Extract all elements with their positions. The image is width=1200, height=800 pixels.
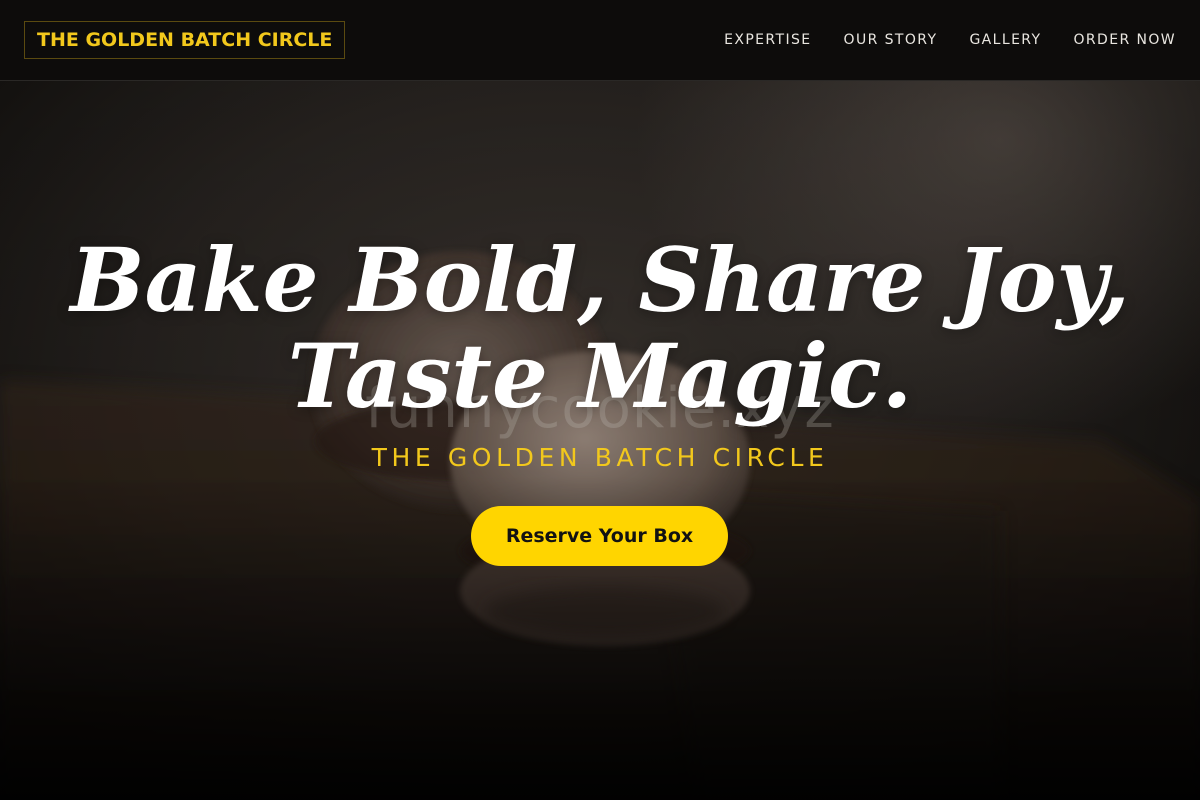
- main-nav: EXPERTISE OUR STORY GALLERY ORDER NOW: [724, 0, 1176, 80]
- nav-link-our-story[interactable]: OUR STORY: [844, 32, 938, 48]
- hero-headline-line-1: Bake Bold, Share Joy,: [70, 228, 1130, 332]
- page: THE GOLDEN BATCH CIRCLE EXPERTISE OUR ST…: [0, 0, 1200, 800]
- hero-headline-line-2: Taste Magic.: [287, 324, 913, 428]
- reserve-box-button[interactable]: Reserve Your Box: [471, 506, 728, 566]
- nav-link-order-now[interactable]: ORDER NOW: [1074, 32, 1177, 48]
- brand-logo[interactable]: THE GOLDEN BATCH CIRCLE: [24, 21, 346, 59]
- nav-link-expertise[interactable]: EXPERTISE: [724, 32, 811, 48]
- site-header: THE GOLDEN BATCH CIRCLE EXPERTISE OUR ST…: [0, 0, 1200, 81]
- hero-section: funnycookie.xyz Bake Bold, Share Joy, Ta…: [0, 81, 1200, 800]
- hero-tagline: THE GOLDEN BATCH CIRCLE: [371, 443, 829, 472]
- nav-link-gallery[interactable]: GALLERY: [969, 32, 1041, 48]
- hero-headline: Bake Bold, Share Joy, Taste Magic.: [0, 232, 1200, 424]
